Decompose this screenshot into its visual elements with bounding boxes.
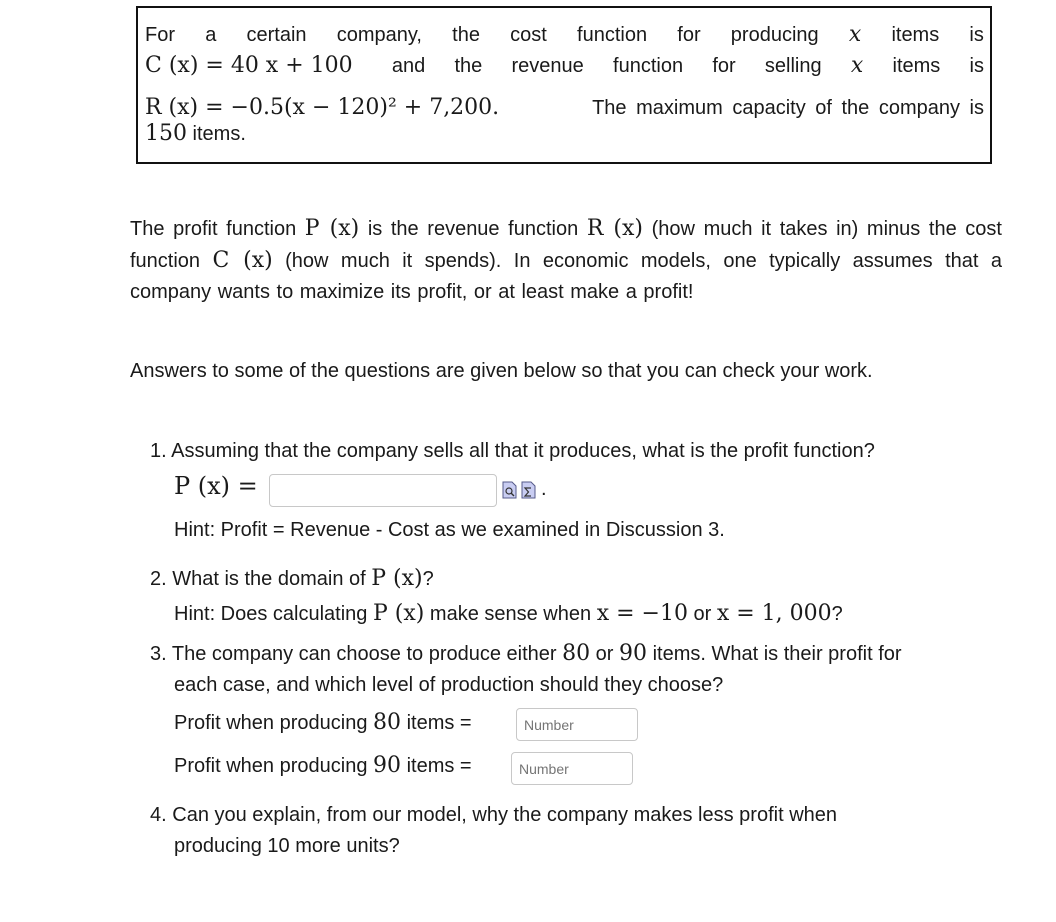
math-p-of-x: P (x) — [304, 216, 360, 241]
question-2: 2. What is the domain of P (x)? — [150, 566, 434, 591]
math-p-of-x: P (x) — [371, 566, 423, 591]
question-text: Assuming that the company sells all that… — [171, 440, 875, 462]
math-80: 80 — [562, 641, 591, 666]
problem-statement-box: For a certain company, the cost function… — [136, 6, 992, 164]
word: the — [452, 24, 480, 46]
math-80: 80 — [373, 710, 402, 735]
word: For — [145, 24, 175, 46]
word: cost — [510, 24, 547, 46]
text: The profit function — [130, 218, 305, 240]
word: selling — [764, 55, 822, 77]
question-number: 2. — [150, 568, 167, 590]
text: is the revenue function — [359, 218, 587, 240]
equation-editor-icon[interactable] — [521, 481, 536, 499]
question-4: 4. Can you explain, from our model, why … — [150, 804, 837, 827]
text: Hint: Does calculating — [174, 603, 373, 625]
intro-line-4: 150 items. — [145, 120, 984, 148]
word: for — [677, 24, 701, 46]
text: or — [687, 603, 717, 625]
capacity-text: The maximum capacity of the company is — [592, 97, 984, 119]
text: ? — [831, 603, 843, 625]
profit-90-label: Profit when producing 90 items = — [174, 753, 472, 778]
word: is — [969, 24, 984, 46]
word: function — [577, 24, 648, 46]
cost-function-math: C (x) = 40 x + 100 — [145, 53, 353, 78]
question-text: Can you explain, from our model, why the… — [172, 804, 838, 826]
question-text: or — [590, 643, 620, 665]
question-number: 4. — [150, 804, 167, 826]
word: a — [205, 24, 217, 46]
question-number: 3. — [150, 643, 167, 665]
word: is — [969, 55, 984, 77]
question-1: 1. Assuming that the company sells all t… — [150, 440, 875, 463]
question-2-hint: Hint: Does calculating P (x) make sense … — [174, 601, 843, 626]
answers-note: Answers to some of the questions are giv… — [130, 360, 873, 382]
word: function — [613, 55, 684, 77]
math-x-neg-10: x = −10 — [596, 601, 688, 626]
preview-answer-icon[interactable] — [502, 481, 517, 499]
question-3: 3. The company can choose to produce eit… — [150, 641, 902, 666]
word: and — [391, 55, 426, 77]
trailing-period: . — [541, 478, 547, 500]
capacity-unit: items. — [187, 123, 246, 145]
question-text: The company can choose to produce either — [171, 643, 563, 665]
word: producing — [730, 24, 819, 46]
text: Profit when producing — [174, 755, 374, 777]
math-p-of-x: P (x) — [372, 601, 425, 626]
math-p-of-x: P (x) = — [174, 472, 258, 500]
revenue-function-math: R (x) = −0.5(x − 120)² + 7,200. — [145, 95, 500, 120]
profit-90-input[interactable] — [511, 752, 633, 785]
profit-80-input[interactable] — [516, 708, 638, 741]
intro-line-3: R (x) = −0.5(x − 120)² + 7,200. The maxi… — [145, 84, 984, 120]
question-text: What is the domain of — [172, 568, 372, 590]
intro-line-1: For a certain company, the cost function… — [145, 22, 984, 53]
math-c-of-x: C (x) — [212, 248, 273, 273]
question-text: items. What is their profit for — [647, 643, 902, 665]
word: items — [891, 24, 940, 46]
word: the — [454, 55, 483, 77]
word: for — [712, 55, 736, 77]
math-90: 90 — [373, 753, 402, 778]
word: certain — [246, 24, 307, 46]
math-x-1000: x = 1, 000 — [716, 601, 832, 626]
answer-label-p-of-x: P (x) = — [174, 472, 258, 500]
profit-80-label: Profit when producing 80 items = — [174, 710, 472, 735]
word: company, — [336, 24, 422, 46]
question-3-line-2: each case, and which level of production… — [174, 674, 724, 696]
text: Profit when producing — [174, 712, 374, 734]
math-90: 90 — [619, 641, 648, 666]
word: revenue — [511, 55, 584, 77]
question-1-hint: Hint: Profit = Revenue - Cost as we exam… — [174, 519, 725, 541]
word: items — [892, 55, 941, 77]
intro-line-2: C (x) = 40 x + 100 and the revenue funct… — [145, 53, 984, 84]
text: items = — [401, 755, 472, 777]
question-number: 1. — [150, 440, 167, 462]
math-variable: x — [850, 53, 864, 78]
question-4-line-2: producing 10 more units? — [174, 835, 400, 857]
math-r-of-x: R (x) — [586, 216, 644, 241]
profit-function-paragraph: The profit function P (x) is the revenue… — [130, 213, 1002, 308]
math-variable: x — [848, 22, 862, 47]
question-text: ? — [422, 568, 434, 590]
text: make sense when — [424, 603, 597, 625]
profit-function-input[interactable] — [269, 474, 497, 507]
text: items = — [401, 712, 472, 734]
capacity-number: 150 — [145, 121, 187, 146]
